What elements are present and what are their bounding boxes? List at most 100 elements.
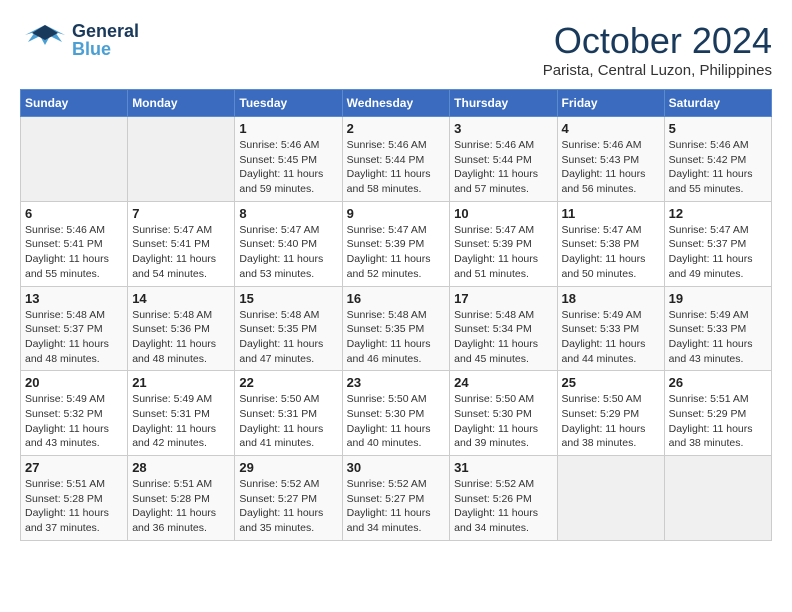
day-number: 8 — [239, 206, 337, 221]
calendar-cell: 13 Sunrise: 5:48 AM Sunset: 5:37 PM Dayli… — [21, 286, 128, 371]
calendar-cell — [557, 456, 664, 541]
day-number: 21 — [132, 375, 230, 390]
calendar-cell: 4 Sunrise: 5:46 AM Sunset: 5:43 PM Daylig… — [557, 117, 664, 202]
day-number: 9 — [347, 206, 446, 221]
month-title: October 2024 — [543, 20, 772, 62]
day-number: 28 — [132, 460, 230, 475]
calendar-cell: 6 Sunrise: 5:46 AM Sunset: 5:41 PM Daylig… — [21, 201, 128, 286]
page-header: General Blue October 2024 Parista, Centr… — [20, 20, 772, 79]
day-number: 18 — [562, 291, 660, 306]
calendar-cell: 11 Sunrise: 5:47 AM Sunset: 5:38 PM Dayli… — [557, 201, 664, 286]
day-detail: Sunrise: 5:47 AM Sunset: 5:39 PM Dayligh… — [347, 223, 446, 282]
day-detail: Sunrise: 5:51 AM Sunset: 5:28 PM Dayligh… — [132, 477, 230, 536]
day-detail: Sunrise: 5:46 AM Sunset: 5:45 PM Dayligh… — [239, 138, 337, 197]
day-number: 24 — [454, 375, 552, 390]
calendar-cell — [128, 117, 235, 202]
calendar-week-row: 13 Sunrise: 5:48 AM Sunset: 5:37 PM Dayli… — [21, 286, 772, 371]
day-number: 26 — [669, 375, 767, 390]
day-number: 27 — [25, 460, 123, 475]
day-number: 30 — [347, 460, 446, 475]
day-number: 3 — [454, 121, 552, 136]
logo-general: General — [72, 22, 139, 40]
calendar-cell: 19 Sunrise: 5:49 AM Sunset: 5:33 PM Dayli… — [664, 286, 771, 371]
day-number: 4 — [562, 121, 660, 136]
day-detail: Sunrise: 5:49 AM Sunset: 5:33 PM Dayligh… — [562, 308, 660, 367]
calendar-cell: 18 Sunrise: 5:49 AM Sunset: 5:33 PM Dayli… — [557, 286, 664, 371]
calendar-cell: 25Sunrise: 5:50 AM Sunset: 5:29 PM Dayli… — [557, 371, 664, 456]
day-number: 17 — [454, 291, 552, 306]
day-detail: Sunrise: 5:46 AM Sunset: 5:42 PM Dayligh… — [669, 138, 767, 197]
day-detail: Sunrise: 5:50 AM Sunset: 5:31 PM Dayligh… — [239, 392, 337, 451]
location: Parista, Central Luzon, Philippines — [543, 62, 772, 79]
calendar-cell: 7Sunrise: 5:47 AM Sunset: 5:41 PM Daylig… — [128, 201, 235, 286]
weekday-header: Tuesday — [235, 90, 342, 117]
day-number: 29 — [239, 460, 337, 475]
calendar-cell: 17Sunrise: 5:48 AM Sunset: 5:34 PM Dayli… — [450, 286, 557, 371]
day-detail: Sunrise: 5:49 AM Sunset: 5:33 PM Dayligh… — [669, 308, 767, 367]
day-detail: Sunrise: 5:48 AM Sunset: 5:37 PM Dayligh… — [25, 308, 123, 367]
calendar-cell — [664, 456, 771, 541]
day-number: 10 — [454, 206, 552, 221]
calendar-cell: 12 Sunrise: 5:47 AM Sunset: 5:37 PM Dayli… — [664, 201, 771, 286]
calendar-week-row: 20Sunrise: 5:49 AM Sunset: 5:32 PM Dayli… — [21, 371, 772, 456]
day-detail: Sunrise: 5:52 AM Sunset: 5:27 PM Dayligh… — [347, 477, 446, 536]
calendar-week-row: 1 Sunrise: 5:46 AM Sunset: 5:45 PM Daylig… — [21, 117, 772, 202]
calendar-cell: 28 Sunrise: 5:51 AM Sunset: 5:28 PM Dayli… — [128, 456, 235, 541]
calendar-cell: 14Sunrise: 5:48 AM Sunset: 5:36 PM Dayli… — [128, 286, 235, 371]
day-detail: Sunrise: 5:48 AM Sunset: 5:35 PM Dayligh… — [347, 308, 446, 367]
calendar-cell: 27 Sunrise: 5:51 AM Sunset: 5:28 PM Dayli… — [21, 456, 128, 541]
calendar-week-row: 6 Sunrise: 5:46 AM Sunset: 5:41 PM Daylig… — [21, 201, 772, 286]
weekday-header: Sunday — [21, 90, 128, 117]
calendar-cell: 23Sunrise: 5:50 AM Sunset: 5:30 PM Dayli… — [342, 371, 450, 456]
calendar-cell: 26 Sunrise: 5:51 AM Sunset: 5:29 PM Dayli… — [664, 371, 771, 456]
calendar-cell: 2 Sunrise: 5:46 AM Sunset: 5:44 PM Daylig… — [342, 117, 450, 202]
calendar-cell: 9 Sunrise: 5:47 AM Sunset: 5:39 PM Daylig… — [342, 201, 450, 286]
calendar-cell: 20Sunrise: 5:49 AM Sunset: 5:32 PM Dayli… — [21, 371, 128, 456]
logo-blue: Blue — [72, 40, 139, 58]
day-number: 22 — [239, 375, 337, 390]
calendar-cell: 15Sunrise: 5:48 AM Sunset: 5:35 PM Dayli… — [235, 286, 342, 371]
calendar-week-row: 27 Sunrise: 5:51 AM Sunset: 5:28 PM Dayli… — [21, 456, 772, 541]
calendar-header-row: SundayMondayTuesdayWednesdayThursdayFrid… — [21, 90, 772, 117]
day-number: 11 — [562, 206, 660, 221]
day-number: 19 — [669, 291, 767, 306]
day-number: 20 — [25, 375, 123, 390]
day-number: 6 — [25, 206, 123, 221]
calendar-table: SundayMondayTuesdayWednesdayThursdayFrid… — [20, 89, 772, 541]
day-number: 23 — [347, 375, 446, 390]
logo-text: General Blue — [72, 22, 139, 58]
day-detail: Sunrise: 5:47 AM Sunset: 5:40 PM Dayligh… — [239, 223, 337, 282]
weekday-header: Saturday — [664, 90, 771, 117]
day-number: 1 — [239, 121, 337, 136]
day-detail: Sunrise: 5:46 AM Sunset: 5:43 PM Dayligh… — [562, 138, 660, 197]
day-number: 14 — [132, 291, 230, 306]
day-number: 2 — [347, 121, 446, 136]
day-detail: Sunrise: 5:50 AM Sunset: 5:30 PM Dayligh… — [454, 392, 552, 451]
day-detail: Sunrise: 5:52 AM Sunset: 5:26 PM Dayligh… — [454, 477, 552, 536]
day-detail: Sunrise: 5:47 AM Sunset: 5:38 PM Dayligh… — [562, 223, 660, 282]
day-detail: Sunrise: 5:52 AM Sunset: 5:27 PM Dayligh… — [239, 477, 337, 536]
day-detail: Sunrise: 5:46 AM Sunset: 5:44 PM Dayligh… — [347, 138, 446, 197]
calendar-cell: 10 Sunrise: 5:47 AM Sunset: 5:39 PM Dayli… — [450, 201, 557, 286]
day-detail: Sunrise: 5:47 AM Sunset: 5:39 PM Dayligh… — [454, 223, 552, 282]
weekday-header: Wednesday — [342, 90, 450, 117]
calendar-cell: 30 Sunrise: 5:52 AM Sunset: 5:27 PM Dayli… — [342, 456, 450, 541]
day-number: 12 — [669, 206, 767, 221]
calendar-cell: 5Sunrise: 5:46 AM Sunset: 5:42 PM Daylig… — [664, 117, 771, 202]
calendar-cell: 22 Sunrise: 5:50 AM Sunset: 5:31 PM Dayli… — [235, 371, 342, 456]
calendar-cell: 16Sunrise: 5:48 AM Sunset: 5:35 PM Dayli… — [342, 286, 450, 371]
day-detail: Sunrise: 5:46 AM Sunset: 5:44 PM Dayligh… — [454, 138, 552, 197]
day-number: 15 — [239, 291, 337, 306]
day-detail: Sunrise: 5:51 AM Sunset: 5:29 PM Dayligh… — [669, 392, 767, 451]
day-detail: Sunrise: 5:46 AM Sunset: 5:41 PM Dayligh… — [25, 223, 123, 282]
day-number: 13 — [25, 291, 123, 306]
day-number: 31 — [454, 460, 552, 475]
logo: General Blue — [20, 20, 139, 60]
logo-icon — [20, 20, 70, 60]
calendar-cell: 29 Sunrise: 5:52 AM Sunset: 5:27 PM Dayli… — [235, 456, 342, 541]
day-detail: Sunrise: 5:50 AM Sunset: 5:29 PM Dayligh… — [562, 392, 660, 451]
day-detail: Sunrise: 5:51 AM Sunset: 5:28 PM Dayligh… — [25, 477, 123, 536]
day-detail: Sunrise: 5:47 AM Sunset: 5:37 PM Dayligh… — [669, 223, 767, 282]
day-number: 7 — [132, 206, 230, 221]
calendar-cell: 21Sunrise: 5:49 AM Sunset: 5:31 PM Dayli… — [128, 371, 235, 456]
